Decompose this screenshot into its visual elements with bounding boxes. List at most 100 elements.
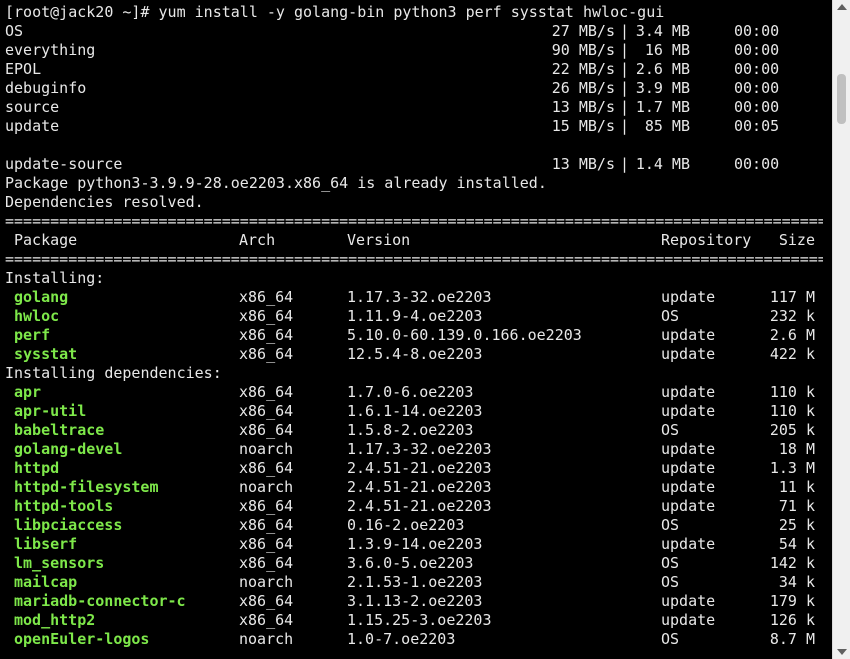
vertical-scrollbar[interactable]: [832, 0, 850, 659]
repo-metadata-line: source 13 MB/s | 1.7 MB 00:00: [5, 98, 823, 117]
package-arch: x86_64: [239, 554, 294, 572]
package-repo: update: [661, 383, 716, 401]
package-row: libserf x86_64 1.3.9-14.oe2203 update 54 k: [5, 535, 823, 554]
package-version: 3.6.0-5.oe2203: [347, 554, 474, 572]
package-name: babeltrace: [14, 421, 105, 439]
scroll-down-arrow-icon[interactable]: [837, 649, 847, 655]
header-size: Size: [778, 231, 815, 249]
terminal-output[interactable]: [root@jack20 ~]# yum install -y golang-b…: [0, 0, 832, 659]
package-row: apr x86_64 1.7.0-6.oe2203 update 110 k: [5, 383, 823, 402]
package-name: libpciaccess: [14, 516, 123, 534]
repo-name: debuginfo: [5, 79, 87, 97]
repo-name: update: [5, 117, 60, 135]
package-arch: x86_64: [239, 592, 294, 610]
repo-rate: 27 MB/s: [551, 22, 615, 40]
repo-rate: 26 MB/s: [551, 79, 615, 97]
command-text: yum install -y golang-bin python3 perf s…: [158, 3, 665, 21]
repo-time: 00:00: [734, 60, 780, 78]
package-version: 1.7.0-6.oe2203: [347, 383, 474, 401]
repo-metadata-line: update-source 13 MB/s | 1.4 MB 00:00: [5, 155, 823, 174]
package-arch: x86_64: [239, 611, 294, 629]
package-repo: update: [661, 497, 716, 515]
command-line: [root@jack20 ~]# yum install -y golang-b…: [5, 3, 823, 22]
column-divider: |: [620, 22, 630, 40]
package-size: 54 k: [778, 535, 815, 553]
package-repo: update: [661, 288, 716, 306]
scroll-thumb[interactable]: [837, 74, 846, 124]
package-size: 205 k: [769, 421, 815, 439]
deps-resolved-message: Dependencies resolved.: [5, 193, 823, 212]
package-repo: update: [661, 402, 716, 420]
package-size: 110 k: [769, 383, 815, 401]
repo-metadata-line: debuginfo 26 MB/s | 3.9 MB 00:00: [5, 79, 823, 98]
column-divider: |: [620, 117, 630, 135]
repo-metadata-line: EPOL 22 MB/s | 2.6 MB 00:00: [5, 60, 823, 79]
package-size: 232 k: [769, 307, 815, 325]
header-version: Version: [347, 231, 411, 249]
package-size: 18 M: [778, 440, 815, 458]
package-version: 1.15.25-3.oe2203: [347, 611, 492, 629]
header-package: Package: [14, 231, 78, 249]
package-row: libpciaccess x86_64 0.16-2.oe2203 OS 25 k: [5, 516, 823, 535]
separator-line: ========================================…: [5, 250, 823, 268]
table-header: Package Arch Version Repository Size: [5, 231, 823, 250]
package-arch: x86_64: [239, 402, 294, 420]
repo-name: source: [5, 98, 60, 116]
package-name: mariadb-connector-c: [14, 592, 186, 610]
column-divider: |: [620, 98, 630, 116]
package-version: 0.16-2.oe2203: [347, 516, 465, 534]
package-arch: noarch: [239, 630, 294, 648]
package-version: 1.17.3-32.oe2203: [347, 288, 492, 306]
column-divider: |: [620, 79, 630, 97]
column-divider: |: [620, 41, 630, 59]
package-repo: OS: [661, 516, 680, 534]
package-version: 1.3.9-14.oe2203: [347, 535, 483, 553]
package-version: 12.5.4-8.oe2203: [347, 345, 483, 363]
deps-resolved-text: Dependencies resolved.: [5, 193, 204, 211]
dependencies-label: Installing dependencies:: [5, 364, 823, 383]
package-repo: update: [661, 345, 716, 363]
repo-name: everything: [5, 41, 96, 59]
package-row: lm_sensors x86_64 3.6.0-5.oe2203 OS 142 k: [5, 554, 823, 573]
package-version: 2.4.51-21.oe2203: [347, 478, 492, 496]
package-size: 110 k: [769, 402, 815, 420]
repo-time: 00:00: [734, 98, 780, 116]
package-repo: OS: [661, 573, 680, 591]
repo-time: 00:00: [734, 79, 780, 97]
dependencies-label-text: Installing dependencies:: [5, 364, 222, 382]
repo-time: 00:05: [734, 117, 780, 135]
package-name: lm_sensors: [14, 554, 105, 572]
repo-rate: 90 MB/s: [551, 41, 615, 59]
package-version: 1.0-7.oe2203: [347, 630, 456, 648]
package-repo: update: [661, 611, 716, 629]
package-name: apr: [14, 383, 42, 401]
package-version: 1.5.8-2.oe2203: [347, 421, 474, 439]
package-repo: update: [661, 478, 716, 496]
package-name: apr-util: [14, 402, 87, 420]
package-row: mod_http2 x86_64 1.15.25-3.oe2203 update 126…: [5, 611, 823, 630]
package-row: hwloc x86_64 1.11.9-4.oe2203 OS 232 k: [5, 307, 823, 326]
repo-time: 00:00: [734, 155, 780, 173]
package-arch: x86_64: [239, 497, 294, 515]
package-size: 117 M: [769, 288, 815, 306]
package-version: 1.6.1-14.oe2203: [347, 402, 483, 420]
package-row: httpd x86_64 2.4.51-21.oe2203 update 1.3 M: [5, 459, 823, 478]
package-version: 2.4.51-21.oe2203: [347, 459, 492, 477]
package-size: 25 k: [778, 516, 815, 534]
package-arch: x86_64: [239, 345, 294, 363]
package-size: 142 k: [769, 554, 815, 572]
repo-size: 1.7 MB: [635, 98, 690, 116]
package-arch: noarch: [239, 573, 294, 591]
package-size: 11 k: [778, 478, 815, 496]
package-arch: x86_64: [239, 459, 294, 477]
package-size: 422 k: [769, 345, 815, 363]
package-name: perf: [14, 326, 51, 344]
package-version: 5.10.0-60.139.0.166.oe2203: [347, 326, 582, 344]
installing-label-text: Installing:: [5, 269, 105, 287]
package-repo: update: [661, 535, 716, 553]
package-row: perf x86_64 5.10.0-60.139.0.166.oe2203 upda…: [5, 326, 823, 345]
repo-rate: 22 MB/s: [551, 60, 615, 78]
scroll-up-arrow-icon[interactable]: [837, 4, 847, 10]
package-size: 2.6 M: [769, 326, 815, 344]
package-version: 2.1.53-1.oe2203: [347, 573, 483, 591]
